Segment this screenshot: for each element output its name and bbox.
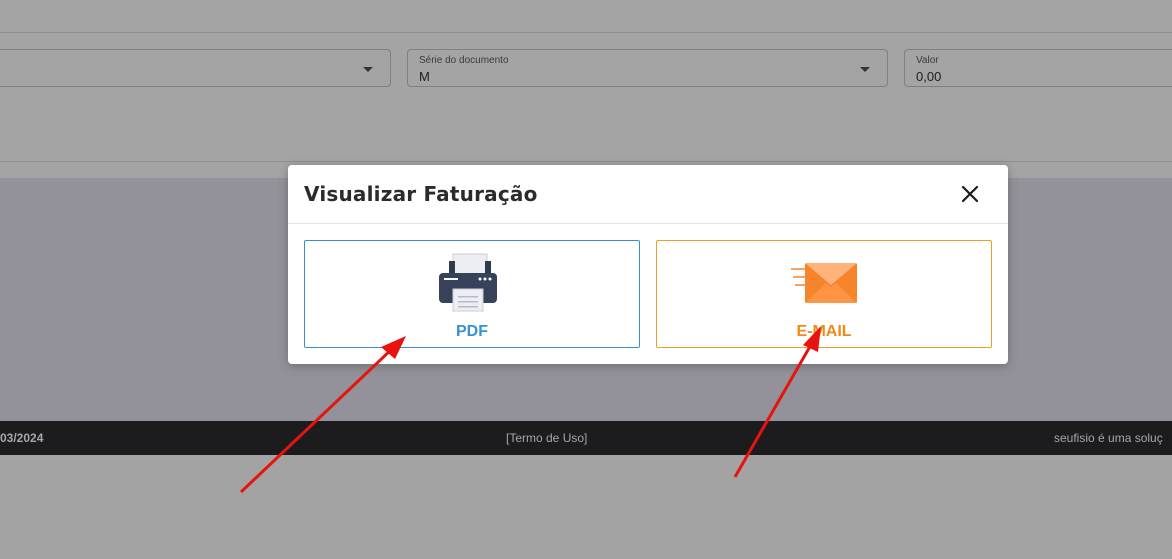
divider: [0, 161, 1172, 162]
terms-link[interactable]: [Termo de Uso]: [506, 431, 587, 445]
background-bottom: [0, 455, 1172, 559]
pdf-label: PDF: [456, 323, 488, 340]
chevron-down-icon[interactable]: [860, 67, 870, 72]
serie-value: M: [419, 69, 430, 84]
envelope-icon: [791, 263, 857, 303]
chevron-down-icon[interactable]: [363, 67, 373, 72]
valor-field[interactable]: Valor 0,00: [904, 49, 1172, 87]
serie-documento-select[interactable]: Série do documento M: [407, 49, 888, 87]
modal-title: Visualizar Faturação: [304, 182, 538, 206]
divider: [0, 32, 1172, 33]
modal-divider: [288, 223, 1008, 224]
footer-date: 03/2024: [0, 431, 44, 445]
printer-icon: [439, 253, 497, 312]
footer: 03/2024 [Termo de Uso] seufisio é uma so…: [0, 421, 1172, 455]
close-icon[interactable]: [958, 182, 982, 206]
valor-label: Valor: [916, 55, 939, 66]
visualizar-faturacao-modal: Visualizar Faturação PDF E-MAIL: [288, 165, 1008, 364]
footer-brand-text: seufisio é uma soluç: [1054, 431, 1163, 445]
close-button[interactable]: [958, 182, 982, 206]
valor-value: 0,00: [916, 69, 942, 84]
email-option-button[interactable]: E-MAIL: [656, 240, 992, 348]
serie-label: Série do documento: [419, 55, 509, 66]
pdf-option-button[interactable]: PDF: [304, 240, 640, 348]
select-field-1[interactable]: [0, 49, 391, 87]
email-label: E-MAIL: [796, 323, 852, 340]
background-form-area: [0, 0, 1172, 178]
